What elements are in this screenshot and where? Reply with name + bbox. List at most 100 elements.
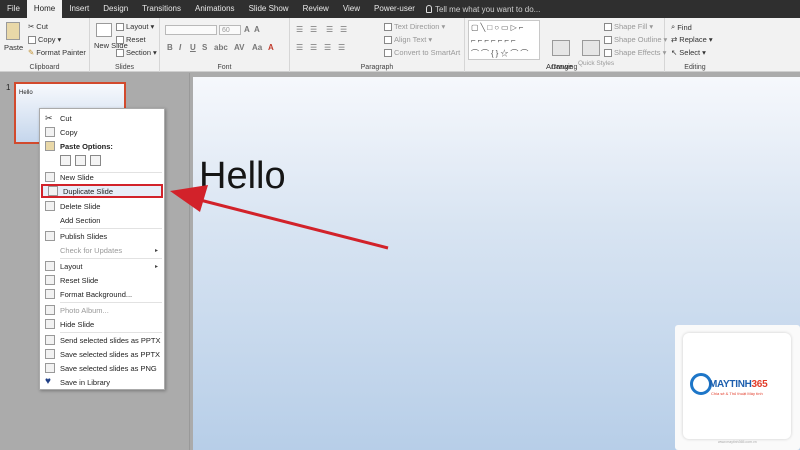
convert-smartart-button[interactable]: Convert to SmartArt xyxy=(384,48,460,57)
copy-button[interactable]: Copy ▾ xyxy=(28,35,61,44)
paste-picture-icon[interactable] xyxy=(90,155,101,166)
shapes-gallery[interactable]: ▢╲□○▭▷⌐ ⌐⌐⌐⌐⌐⌐⌐ ⌒⌒{}☆⌒⌒ xyxy=(468,20,540,60)
justify-icon[interactable]: ☰ xyxy=(338,43,345,52)
menu-item-duplicate-slide[interactable]: Duplicate Slide xyxy=(41,184,163,198)
section-button[interactable]: Section ▾ xyxy=(116,48,157,57)
menu-item-cut[interactable]: ✂ Cut xyxy=(40,111,164,125)
menu-item-publish-slides[interactable]: Publish Slides xyxy=(40,229,164,243)
paste-destination-icon[interactable] xyxy=(60,155,71,166)
font-color-icon[interactable]: A xyxy=(268,43,274,52)
replace-button[interactable]: ⇄ Replace ▾ xyxy=(671,35,713,44)
shape-outline-button[interactable]: Shape Outline ▾ xyxy=(604,35,667,44)
tell-me-box[interactable]: Tell me what you want to do... xyxy=(425,5,540,14)
paste-keep-format-icon[interactable] xyxy=(75,155,86,166)
select-button[interactable]: ↖ Select ▾ xyxy=(671,48,706,57)
shadow-icon[interactable]: S xyxy=(202,43,207,52)
tab-slide-show[interactable]: Slide Show xyxy=(242,0,296,18)
grow-font-icon[interactable]: A xyxy=(244,25,250,34)
tab-file[interactable]: File xyxy=(0,0,27,18)
menu-item-format-background[interactable]: Format Background... xyxy=(40,287,164,301)
menu-item-hide-slide[interactable]: Hide Slide xyxy=(40,317,164,331)
menu-label-check-updates: Check for Updates xyxy=(60,245,123,255)
align-right-icon[interactable]: ☰ xyxy=(324,43,331,52)
logo-card: MAYTINH365 Chia sẻ & Thủ thuật Máy tính … xyxy=(683,333,791,444)
publish-icon xyxy=(45,231,55,241)
bold-icon[interactable]: B xyxy=(167,43,173,52)
menu-label-paste-options: Paste Options: xyxy=(60,141,113,151)
shape-effects-label: Shape Effects xyxy=(614,48,661,57)
menu-label-add-section: Add Section xyxy=(60,215,101,225)
tab-insert[interactable]: Insert xyxy=(62,0,96,18)
clipboard-group: Paste ✂ Cut Copy ▾ ✎ Format Painter Clipboa… xyxy=(0,18,90,72)
text-direction-button[interactable]: Text Direction ▾ xyxy=(384,22,445,31)
tab-design[interactable]: Design xyxy=(96,0,135,18)
italic-icon[interactable]: I xyxy=(179,43,181,52)
align-text-button[interactable]: Align Text ▾ xyxy=(384,35,432,44)
shape-outline-label: Shape Outline xyxy=(614,35,662,44)
shrink-font-icon[interactable]: A xyxy=(254,25,260,34)
outdent-icon[interactable]: ☰ xyxy=(340,25,347,34)
menu-item-reset-slide[interactable]: Reset Slide xyxy=(40,273,164,287)
arrange-button[interactable]: Arrange xyxy=(546,62,573,71)
strikethrough-icon[interactable]: abc xyxy=(214,43,228,52)
quick-styles-button[interactable]: Quick Styles xyxy=(578,60,614,67)
font-group: 60 A A B I U S abc AV Aa A Font xyxy=(160,18,290,72)
paragraph-label: Paragraph xyxy=(360,64,394,71)
align-left-icon[interactable]: ☰ xyxy=(296,43,303,52)
scissors-icon: ✂ xyxy=(45,113,53,123)
menu-item-new-slide[interactable]: New Slide xyxy=(40,170,164,184)
submenu-arrow-icon: ▸ xyxy=(154,263,158,270)
layout-label: Layout xyxy=(126,22,149,31)
reset-label: Reset xyxy=(126,35,146,44)
bullets-icon[interactable]: ☰ xyxy=(296,25,303,34)
case-icon[interactable]: Aa xyxy=(252,43,262,52)
numbering-icon[interactable]: ☰ xyxy=(310,25,317,34)
menu-item-save-png[interactable]: Save selected slides as PNG xyxy=(40,361,164,375)
reset-button[interactable]: Reset xyxy=(116,35,146,44)
underline-icon[interactable]: U xyxy=(190,43,196,52)
arrange-icon xyxy=(552,40,570,56)
menu-item-layout[interactable]: Layout ▸ xyxy=(40,259,164,273)
menu-item-check-updates[interactable]: Check for Updates ▸ xyxy=(40,243,164,257)
shape-effects-button[interactable]: Shape Effects ▾ xyxy=(604,48,666,57)
menu-item-save-library[interactable]: ♥ Save in Library xyxy=(40,375,164,389)
shape-fill-label: Shape Fill xyxy=(614,22,648,31)
menu-item-send-pptx[interactable]: Send selected slides as PPTX xyxy=(40,333,164,347)
font-size-box[interactable]: 60 xyxy=(219,25,241,35)
menu-item-copy[interactable]: Copy xyxy=(40,125,164,139)
paste-button[interactable]: Paste xyxy=(4,43,23,52)
menu-item-delete-slide[interactable]: Delete Slide xyxy=(40,199,164,213)
tab-animations[interactable]: Animations xyxy=(188,0,242,18)
section-icon xyxy=(45,215,55,225)
tab-review[interactable]: Review xyxy=(296,0,336,18)
shape-fill-button[interactable]: Shape Fill ▾ xyxy=(604,22,653,31)
cursor-icon: ↖ xyxy=(671,48,678,57)
indent-icon[interactable]: ☰ xyxy=(326,25,333,34)
chevron-down-icon: ▾ xyxy=(441,22,446,31)
slide-title[interactable]: Hello xyxy=(199,155,286,198)
context-menu: ✂ Cut Copy Paste Options: New Slide Dupli… xyxy=(39,108,165,390)
search-icon: ⌕ xyxy=(671,22,676,31)
font-name-box[interactable] xyxy=(165,25,217,35)
menu-item-photo-album[interactable]: Photo Album... xyxy=(40,303,164,317)
format-painter-button[interactable]: ✎ Format Painter xyxy=(28,48,86,57)
menu-label-format-background: Format Background... xyxy=(60,289,133,299)
convert-smartart-label: Convert to SmartArt xyxy=(394,48,461,57)
menu-item-add-section[interactable]: Add Section xyxy=(40,213,164,227)
cut-button[interactable]: ✂ Cut xyxy=(28,22,48,31)
spacing-icon[interactable]: AV xyxy=(234,43,245,52)
font-label: Font xyxy=(217,64,232,71)
tab-view[interactable]: View xyxy=(336,0,367,18)
tab-power-user[interactable]: Power-user xyxy=(367,0,422,18)
layout-button[interactable]: Layout ▾ xyxy=(116,22,154,31)
find-button[interactable]: ⌕ Find xyxy=(671,22,692,32)
menu-label-new-slide: New Slide xyxy=(60,172,94,182)
cut-label: Cut xyxy=(36,22,48,31)
tab-home[interactable]: Home xyxy=(26,0,63,18)
brush-icon: ✎ xyxy=(28,48,35,57)
thumbnail-text: Hello xyxy=(19,90,33,96)
align-center-icon[interactable]: ☰ xyxy=(310,43,317,52)
menu-item-save-pptx[interactable]: Save selected slides as PPTX xyxy=(40,347,164,361)
save-png-icon xyxy=(45,363,55,373)
tab-transitions[interactable]: Transitions xyxy=(135,0,188,18)
